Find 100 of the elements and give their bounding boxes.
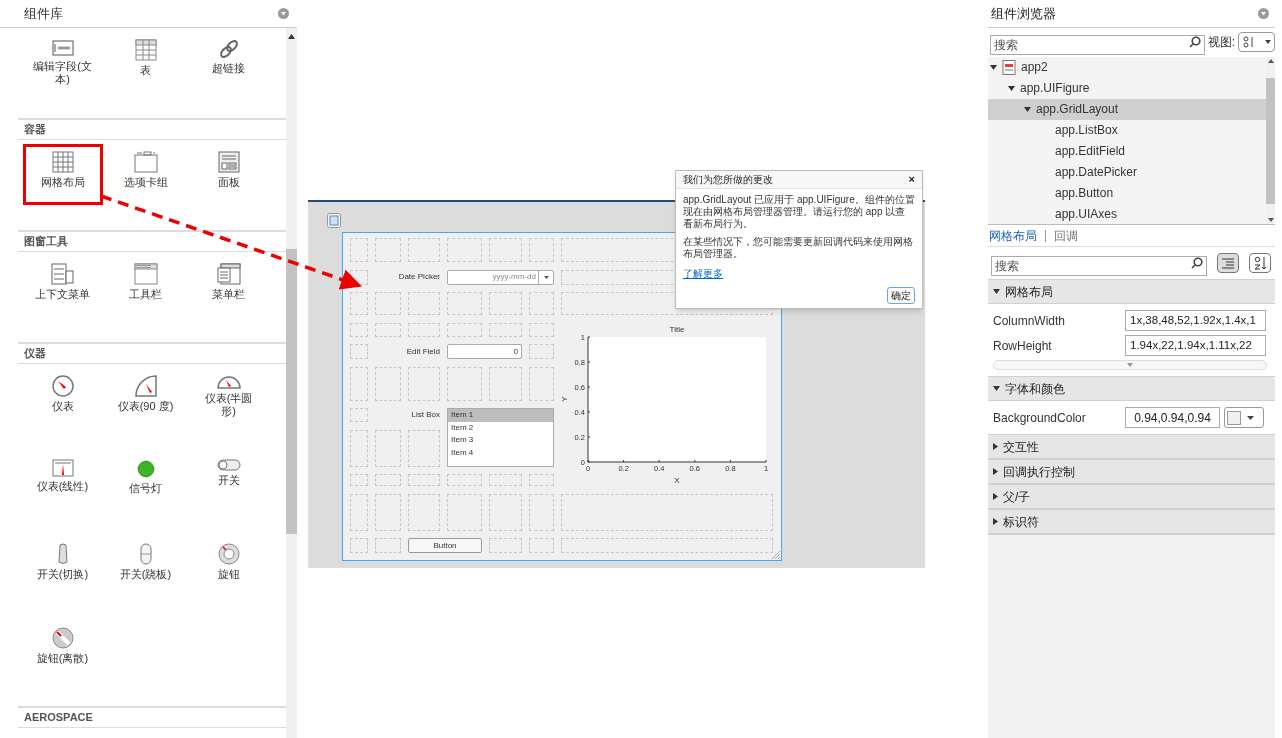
component-item[interactable]: 旋钮(离散): [22, 620, 103, 681]
component-item[interactable]: 编辑字段(文本): [22, 32, 103, 93]
component-item[interactable]: 上下文菜单: [22, 256, 103, 317]
resize-handle-icon[interactable]: [772, 551, 780, 559]
list-item[interactable]: Item 4: [448, 446, 553, 459]
component-item[interactable]: 网格布局: [22, 144, 103, 205]
quarter-gauge-icon: [133, 375, 158, 397]
property-name: BackgroundColor: [993, 409, 1087, 427]
edit-field[interactable]: 0: [447, 344, 522, 359]
grid-cell: [489, 292, 522, 315]
section-header[interactable]: 父/子: [988, 484, 1275, 509]
grid-cell: [447, 493, 482, 531]
view-label: 视图:: [1207, 34, 1236, 51]
group-view-button[interactable]: [1217, 253, 1239, 273]
panel-title: 组件库: [24, 4, 63, 23]
text-field-icon: [51, 39, 74, 57]
section-header[interactable]: 交互性: [988, 434, 1275, 459]
component-item[interactable]: 面板: [188, 144, 269, 205]
scroll-up-icon[interactable]: [288, 34, 295, 39]
tree-node[interactable]: app.UIFigure: [988, 77, 1266, 99]
component-item[interactable]: 仪表(线性): [22, 452, 103, 513]
component-item[interactable]: 仪表(半圆形): [188, 368, 269, 429]
tree-node[interactable]: app.ListBox: [988, 119, 1266, 141]
component-item[interactable]: 信号灯: [105, 452, 186, 513]
menu-bar-icon: [216, 263, 241, 285]
date-picker[interactable]: yyyy-mm-dd: [447, 269, 554, 285]
list-item[interactable]: Item 2: [448, 421, 553, 434]
expanded-arrow-icon[interactable]: [990, 64, 997, 70]
section-header[interactable]: 回调执行控制: [988, 459, 1275, 484]
component-item[interactable]: 旋钮: [188, 536, 269, 597]
component-item[interactable]: 开关(切换): [22, 536, 103, 597]
component-item[interactable]: 菜单栏: [188, 256, 269, 317]
grid-cell: [350, 238, 368, 262]
expanded-arrow-icon[interactable]: [1008, 85, 1015, 91]
expanded-arrow-icon[interactable]: [993, 386, 1000, 391]
sort-button[interactable]: [1249, 253, 1271, 273]
property-field[interactable]: 0.94,0.94,0.94: [1125, 407, 1220, 428]
property-name: RowHeight: [993, 337, 1053, 355]
toolbar-icon: [133, 263, 158, 285]
search-icon: [1191, 257, 1203, 269]
scrollbar[interactable]: [286, 28, 297, 738]
component-item[interactable]: 选项卡组: [105, 144, 186, 205]
field-label: Edit Field: [405, 345, 440, 358]
tree-node[interactable]: app.DatePicker: [988, 161, 1266, 183]
inspector-tab[interactable]: 网格布局: [989, 226, 1037, 245]
expanded-arrow-icon[interactable]: [993, 289, 1000, 294]
section-header[interactable]: 字体和颜色: [988, 376, 1275, 401]
list-item[interactable]: Item 1: [448, 409, 553, 422]
tree-node[interactable]: app2: [988, 57, 1266, 78]
expand-arrow-icon: [1127, 363, 1133, 367]
component-item[interactable]: 开关(跷板): [105, 536, 186, 597]
color-picker[interactable]: [1224, 407, 1264, 428]
expanded-arrow-icon[interactable]: [1024, 106, 1031, 112]
component-item[interactable]: 开关: [188, 452, 269, 513]
collapsed-arrow-icon[interactable]: [993, 518, 998, 525]
tree-node[interactable]: app.Button: [988, 182, 1266, 204]
list-item[interactable]: Item 3: [448, 434, 553, 447]
component-item[interactable]: 超链接: [188, 32, 269, 93]
search-field[interactable]: 搜索: [990, 35, 1205, 55]
component-item[interactable]: 工具栏: [105, 256, 186, 317]
scrollbar-thumb[interactable]: [1266, 77, 1275, 204]
grid-cell: [408, 366, 440, 401]
grid-cell: [408, 292, 440, 315]
collapsed-arrow-icon[interactable]: [993, 468, 998, 475]
list-box[interactable]: Item 1 Item 2 Item 3 Item 4: [447, 408, 554, 467]
panel-menu-icon[interactable]: [1258, 8, 1269, 19]
property-field[interactable]: 1x,38,48,52,1.92x,1.4x,1: [1125, 310, 1266, 331]
view-dropdown[interactable]: [1238, 32, 1275, 52]
tree-node[interactable]: app.UIAxes: [988, 203, 1266, 224]
scrollbar[interactable]: [1266, 57, 1275, 224]
toggle-switch-icon: [56, 543, 69, 565]
dropdown-arrow-icon[interactable]: [543, 275, 549, 279]
grid-cell: [447, 366, 482, 401]
scroll-up-icon[interactable]: [1267, 59, 1274, 63]
collapsed-arrow-icon[interactable]: [993, 493, 998, 500]
grid-cell: [529, 238, 554, 262]
collapsed-arrow-icon[interactable]: [993, 443, 998, 450]
scrollbar-thumb[interactable]: [286, 249, 297, 534]
tree-node[interactable]: app.GridLayout: [988, 98, 1266, 120]
scroll-down-icon[interactable]: [1267, 218, 1274, 222]
learn-more-link[interactable]: 了解更多: [683, 266, 723, 281]
close-button[interactable]: ×: [908, 174, 915, 185]
property-field[interactable]: 1.94x,22,1.94x,1.11x,22: [1125, 335, 1266, 356]
inspector-tab[interactable]: 回调: [1054, 226, 1078, 245]
grid-cell: [447, 238, 482, 262]
knob-icon: [217, 543, 240, 565]
grid-cell: [489, 238, 522, 262]
button[interactable]: Button: [408, 538, 482, 553]
property-name: ColumnWidth: [993, 312, 1067, 330]
section-header[interactable]: 网格布局: [988, 279, 1275, 304]
grid-layout-icon[interactable]: [327, 213, 341, 228]
ok-button[interactable]: 确定: [887, 287, 915, 304]
component-item[interactable]: 仪表(90 度): [105, 368, 186, 429]
section-header[interactable]: 标识符: [988, 509, 1275, 534]
panel-menu-icon[interactable]: [278, 8, 289, 19]
component-item[interactable]: 表: [105, 32, 186, 93]
component-item[interactable]: 仪表: [22, 368, 103, 429]
discrete-knob-icon: [51, 627, 74, 649]
tree-node[interactable]: app.EditField: [988, 140, 1266, 162]
search-field[interactable]: 搜索: [991, 256, 1207, 276]
